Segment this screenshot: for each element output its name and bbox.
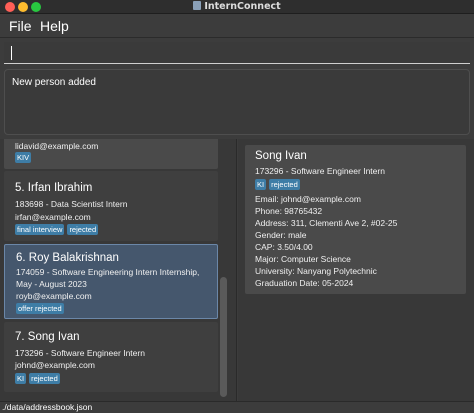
person-role: 174059 - Software Engineering Intern Int… bbox=[16, 267, 200, 277]
detail-university: University: Nanyang Polytechnic bbox=[255, 266, 377, 276]
menu-help[interactable]: Help bbox=[40, 18, 69, 34]
result-display: New person added bbox=[4, 69, 470, 135]
person-name: 6. Roy Balakrishnan bbox=[16, 252, 119, 264]
tag: rejected bbox=[67, 224, 99, 235]
tag: KI bbox=[15, 373, 27, 384]
detail-address: Address: 311, Clementi Ave 2, #02-25 bbox=[255, 218, 398, 228]
detail-role: 173296 - Software Engineer Intern bbox=[255, 166, 385, 176]
list-item[interactable]: lidavid@example.com KIV bbox=[4, 139, 218, 169]
window-title: InternConnect bbox=[0, 1, 474, 12]
detail-graduation-date: Graduation Date: 05-2024 bbox=[255, 278, 354, 288]
detail-cap: CAP: 3.50/4.00 bbox=[255, 242, 313, 252]
person-tags: final interview rejected bbox=[15, 224, 99, 235]
detail-email: Email: johnd@example.com bbox=[255, 194, 361, 204]
list-item[interactable]: 7. Song Ivan 173296 - Software Engineer … bbox=[4, 322, 218, 392]
person-role-period: May - August 2023 bbox=[16, 279, 87, 289]
person-tags: KIV bbox=[15, 152, 32, 163]
title-bar: InternConnect bbox=[0, 0, 474, 14]
detail-name: Song Ivan bbox=[255, 150, 307, 162]
detail-gender: Gender: male bbox=[255, 230, 307, 240]
list-item[interactable]: 5. Irfan Ibrahim 183698 - Data Scientist… bbox=[4, 171, 218, 241]
status-file-path: ./data/addressbook.json bbox=[2, 402, 93, 412]
tag: offer rejected bbox=[16, 303, 64, 314]
person-tags: offer rejected bbox=[16, 303, 64, 314]
person-role: 183698 - Data Scientist Intern bbox=[15, 199, 128, 209]
window-title-text: InternConnect bbox=[204, 1, 281, 12]
status-bar: ./data/addressbook.json bbox=[0, 401, 474, 413]
tag: final interview bbox=[15, 224, 65, 235]
person-email: johnd@example.com bbox=[15, 360, 95, 370]
list-item-selected[interactable]: 6. Roy Balakrishnan 174059 - Software En… bbox=[4, 244, 218, 319]
person-list-panel[interactable]: lidavid@example.com KIV 5. Irfan Ibrahim… bbox=[0, 139, 237, 401]
person-tags: KI rejected bbox=[15, 373, 60, 384]
command-input[interactable] bbox=[4, 42, 470, 64]
list-scrollbar[interactable] bbox=[220, 277, 227, 397]
detail-phone: Phone: 98765432 bbox=[255, 206, 323, 216]
detail-major: Major: Computer Science bbox=[255, 254, 351, 264]
person-detail-card: Song Ivan 173296 - Software Engineer Int… bbox=[245, 145, 466, 294]
app-icon bbox=[193, 1, 202, 10]
person-name: 5. Irfan Ibrahim bbox=[15, 182, 93, 194]
tag: rejected bbox=[269, 179, 300, 190]
app-window: InternConnect File Help New person added… bbox=[0, 0, 474, 413]
person-name: 7. Song Ivan bbox=[15, 331, 80, 343]
menu-bar: File Help bbox=[0, 14, 474, 38]
person-email: lidavid@example.com bbox=[15, 141, 99, 151]
person-detail-panel: Song Ivan 173296 - Software Engineer Int… bbox=[238, 139, 474, 401]
result-text: New person added bbox=[12, 77, 96, 88]
tag: rejected bbox=[29, 373, 60, 384]
person-email: irfan@example.com bbox=[15, 212, 91, 222]
tag: KIV bbox=[15, 152, 32, 163]
person-email: royb@example.com bbox=[16, 291, 92, 301]
text-caret bbox=[11, 46, 12, 60]
menu-file[interactable]: File bbox=[9, 18, 32, 34]
tag: KI bbox=[255, 179, 267, 190]
person-role: 173296 - Software Engineer Intern bbox=[15, 348, 145, 358]
detail-tags: KI rejected bbox=[255, 179, 300, 190]
